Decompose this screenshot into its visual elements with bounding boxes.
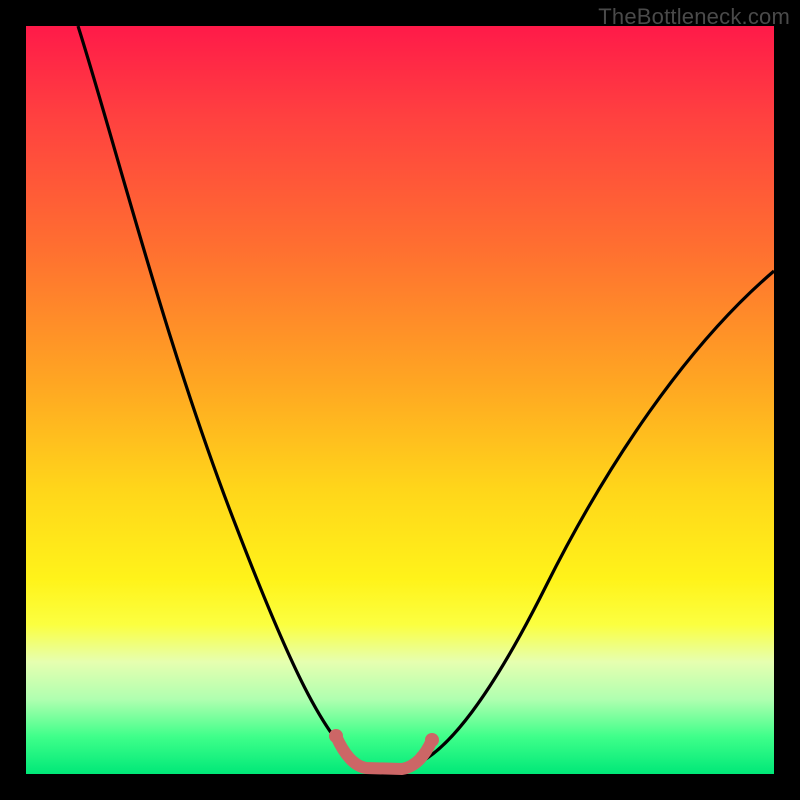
chart-frame: TheBottleneck.com <box>0 0 800 800</box>
bottleneck-curve-path <box>78 26 774 768</box>
highlight-dot <box>329 729 343 743</box>
watermark-text: TheBottleneck.com <box>598 4 790 30</box>
highlight-dot <box>416 751 426 761</box>
highlight-dot <box>349 756 359 766</box>
plot-area <box>26 26 774 774</box>
curve-svg <box>26 26 774 774</box>
highlight-dot <box>425 733 439 747</box>
